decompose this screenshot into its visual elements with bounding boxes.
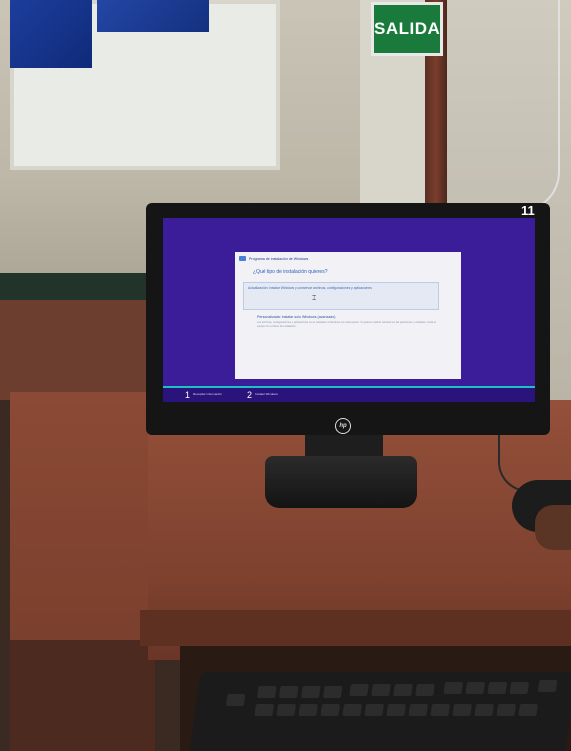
step-1-number: 1: [185, 390, 191, 400]
custom-option-description: Los archivos, configuraciones y aplicaci…: [257, 321, 436, 328]
keyboard-key[interactable]: [393, 684, 413, 696]
keyboard-key[interactable]: [371, 684, 391, 696]
step-1-label: Recopilar información: [193, 392, 223, 396]
keyboard-key[interactable]: [320, 704, 341, 716]
keyboard-key[interactable]: [465, 682, 486, 694]
keyboard-key[interactable]: [487, 682, 508, 694]
dialog-title: Programa de instalación de Windows: [249, 257, 309, 261]
hp-logo-icon: hp: [335, 418, 351, 434]
keyboard-key[interactable]: [452, 704, 473, 716]
keyboard-key[interactable]: [300, 686, 321, 698]
keyboard-key[interactable]: [364, 704, 385, 716]
keyboard-key[interactable]: [256, 686, 277, 698]
mouse-cursor-icon: ⌶: [312, 295, 317, 302]
keyboard-key[interactable]: [443, 682, 464, 694]
step-2-label: Instalar Windows: [255, 392, 278, 396]
monitor-stand: [265, 456, 417, 508]
keyboard-key[interactable]: [430, 704, 451, 716]
install-type-question: ¿Qué tipo de instalación quieres?: [253, 269, 328, 275]
keyboard-key[interactable]: [518, 704, 539, 716]
exit-sign: SALIDA: [371, 2, 443, 56]
user-hand: [535, 505, 571, 550]
keyboard-key[interactable]: [496, 704, 517, 716]
keyboard-key[interactable]: [254, 704, 275, 716]
keyboard-key[interactable]: [322, 686, 343, 698]
keyboard-key[interactable]: [342, 704, 363, 716]
keyboard-key[interactable]: [386, 704, 407, 716]
blue-poster: [97, 0, 209, 32]
step-2-number: 2: [247, 390, 253, 400]
keyboard-key[interactable]: [349, 684, 369, 696]
keyboard-key[interactable]: [278, 686, 299, 698]
windows-setup-dialog: Programa de instalación de Windows ¿Qué …: [235, 252, 461, 379]
monitor-screen: Programa de instalación de Windows ¿Qué …: [163, 218, 535, 402]
upgrade-option-label: Actualización: instalar Windows y conser…: [248, 286, 372, 290]
custom-option[interactable]: Personalizada: instalar solo Windows (av…: [257, 315, 447, 319]
setup-icon: [239, 256, 246, 261]
keyboard-key[interactable]: [276, 704, 297, 716]
keyboard-key[interactable]: [225, 694, 246, 706]
upgrade-option[interactable]: Actualización: instalar Windows y conser…: [243, 282, 439, 310]
keyboard-key[interactable]: [474, 704, 495, 716]
blue-poster: [10, 0, 92, 68]
desk-edge: [140, 610, 571, 646]
keyboard[interactable]: [189, 672, 571, 751]
keyboard-key[interactable]: [509, 682, 530, 694]
setup-steps-bar: 1 Recopilar información 2 Instalar Windo…: [163, 388, 535, 402]
keyboard-key[interactable]: [415, 684, 435, 696]
wall-cable: [518, 0, 560, 212]
monitor-badge: 11: [521, 203, 535, 218]
left-desk-front: [10, 640, 155, 751]
keyboard-key[interactable]: [298, 704, 319, 716]
keyboard-key[interactable]: [408, 704, 429, 716]
keyboard-key[interactable]: [537, 680, 558, 692]
